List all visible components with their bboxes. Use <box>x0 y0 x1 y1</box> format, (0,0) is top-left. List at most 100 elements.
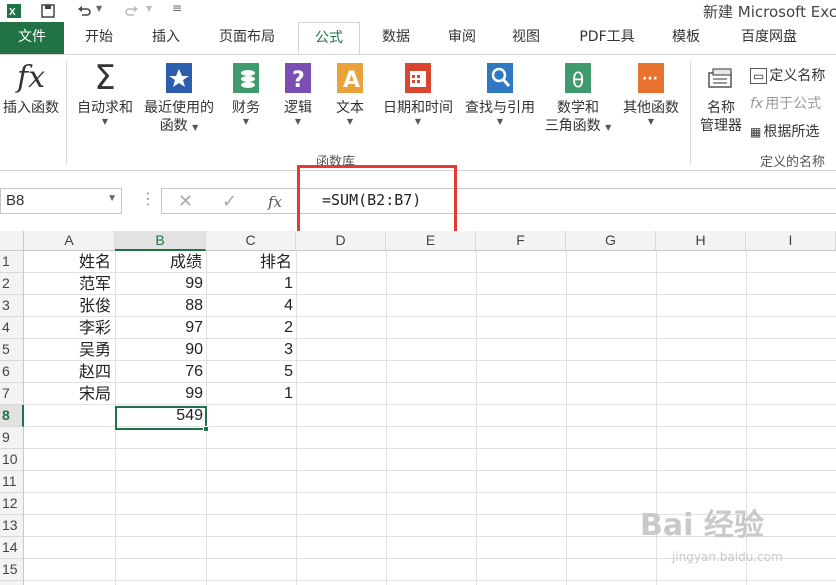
date-time-button[interactable]: 日期和时间 ▼ <box>378 61 458 127</box>
row-header[interactable]: 5 <box>0 339 24 361</box>
tab-pdf-tools[interactable]: PDF工具 <box>568 22 646 54</box>
tab-insert[interactable]: 插入 <box>140 22 192 54</box>
cell-c2[interactable]: 1 <box>206 273 296 295</box>
math-trig-button[interactable]: θ 数学和 三角函数 ▼ <box>540 61 616 135</box>
chevron-down-icon[interactable]: ▼ <box>107 193 117 204</box>
row-header[interactable]: 13 <box>0 515 24 537</box>
cell-b6[interactable]: 76 <box>115 361 206 383</box>
logical-button[interactable]: ? 逻辑 ▼ <box>276 61 320 127</box>
chevron-down-icon: ▼ <box>294 117 302 126</box>
column-header-g[interactable]: G <box>566 231 656 251</box>
create-from-selection-button[interactable]: ▦ 根据所选 <box>750 121 819 141</box>
cell-b7[interactable]: 99 <box>115 383 206 405</box>
cell-a3[interactable]: 张俊 <box>24 295 115 317</box>
chevron-down-icon: ▼ <box>242 117 250 126</box>
cell-b5[interactable]: 90 <box>115 339 206 361</box>
chevron-down-icon: ▼ <box>647 117 655 126</box>
tab-data[interactable]: 数据 <box>370 22 422 54</box>
column-header-e[interactable]: E <box>386 231 476 251</box>
cell-c3[interactable]: 4 <box>206 295 296 317</box>
row-header[interactable]: 4 <box>0 317 24 339</box>
cell-b2[interactable]: 99 <box>115 273 206 295</box>
column-header-c[interactable]: C <box>206 231 296 251</box>
row-header[interactable]: 2 <box>0 273 24 295</box>
confirm-icon[interactable]: ✓ <box>222 191 237 212</box>
row-header[interactable]: 12 <box>0 493 24 515</box>
tab-home[interactable]: 开始 <box>72 22 126 54</box>
cell-a5[interactable]: 吴勇 <box>24 339 115 361</box>
cell-a1[interactable]: 姓名 <box>24 251 115 273</box>
define-name-button[interactable]: ▭ 定义名称 <box>750 65 825 85</box>
row-header[interactable]: 11 <box>0 471 24 493</box>
name-manager-button[interactable]: 名称 管理器 <box>696 61 746 135</box>
financial-button[interactable]: 财务 ▼ <box>224 61 268 127</box>
row-header-selected[interactable]: 8 <box>0 405 24 427</box>
insert-function-icon[interactable]: fx <box>268 193 282 211</box>
cell-c5[interactable]: 3 <box>206 339 296 361</box>
recently-used-button[interactable]: 最近使用的 函数 ▼ <box>138 61 220 135</box>
cancel-icon[interactable]: ✕ <box>178 191 193 212</box>
selected-cell-b8[interactable] <box>115 406 207 430</box>
fill-handle[interactable] <box>203 426 209 432</box>
cell-b3[interactable]: 88 <box>115 295 206 317</box>
name-box[interactable]: B8 ▼ <box>0 188 122 214</box>
row-header[interactable]: 9 <box>0 427 24 449</box>
svg-text:X: X <box>9 7 16 18</box>
cell-a7[interactable]: 宋局 <box>24 383 115 405</box>
chevron-down-icon: ▼ <box>101 117 109 126</box>
column-header-a[interactable]: A <box>24 231 115 251</box>
autosum-button[interactable]: Σ 自动求和 ▼ <box>72 61 138 127</box>
cell-a2[interactable]: 范军 <box>24 273 115 295</box>
tab-page-layout[interactable]: 页面布局 <box>208 22 286 54</box>
row-header[interactable]: 16 <box>0 581 24 585</box>
tab-file[interactable]: 文件 <box>0 22 64 54</box>
formula-tools: ✕ ✓ fx <box>161 188 298 214</box>
tab-baidu-netdisk[interactable]: 百度网盘 <box>726 22 812 54</box>
calendar-book-icon <box>405 63 431 93</box>
chevron-down-icon: ▼ <box>414 117 422 126</box>
fx-icon: fx <box>16 60 46 95</box>
redo-icon[interactable] <box>124 3 140 19</box>
row-header[interactable]: 15 <box>0 559 24 581</box>
cell-a4[interactable]: 李彩 <box>24 317 115 339</box>
cell-c1[interactable]: 排名 <box>206 251 296 273</box>
ribbon-tabs: 文件 开始 插入 页面布局 公式 数据 审阅 视图 PDF工具 模板 百度网盘 <box>0 22 836 55</box>
select-all-corner[interactable] <box>0 231 24 251</box>
cell-c6[interactable]: 5 <box>206 361 296 383</box>
table-icon: ▦ <box>750 125 762 139</box>
cell-c7[interactable]: 1 <box>206 383 296 405</box>
undo-icon[interactable] <box>76 3 92 19</box>
column-header-i[interactable]: I <box>746 231 836 251</box>
cell-c4[interactable]: 2 <box>206 317 296 339</box>
tab-review[interactable]: 审阅 <box>436 22 488 54</box>
redo-dropdown-icon[interactable]: ▼ <box>146 4 152 13</box>
column-header-d[interactable]: D <box>296 231 386 251</box>
group-label-defined-names: 定义的名称 <box>760 155 826 170</box>
column-header-b[interactable]: B <box>115 231 206 251</box>
cell-b1[interactable]: 成绩 <box>115 251 206 273</box>
more-functions-button[interactable]: ··· 其他函数 ▼ <box>618 61 684 127</box>
tab-template[interactable]: 模板 <box>660 22 712 54</box>
row-header[interactable]: 14 <box>0 537 24 559</box>
row-header[interactable]: 6 <box>0 361 24 383</box>
use-in-formula-button[interactable]: fx 用于公式 <box>750 93 821 113</box>
column-header-h[interactable]: H <box>656 231 746 251</box>
math-book-icon: θ <box>565 63 591 93</box>
save-icon[interactable] <box>40 3 56 19</box>
cell-a6[interactable]: 赵四 <box>24 361 115 383</box>
row-header[interactable]: 1 <box>0 251 24 273</box>
undo-dropdown-icon[interactable]: ▼ <box>96 4 102 13</box>
insert-function-button[interactable]: fx 插入函数 <box>0 61 62 117</box>
lookup-reference-button[interactable]: 查找与引用 ▼ <box>460 61 540 127</box>
cell-b4[interactable]: 97 <box>115 317 206 339</box>
tab-formulas[interactable]: 公式 <box>298 22 360 55</box>
row-header[interactable]: 7 <box>0 383 24 405</box>
chevron-down-icon: ▼ <box>346 117 354 126</box>
column-header-f[interactable]: F <box>476 231 566 251</box>
row-header[interactable]: 10 <box>0 449 24 471</box>
row-header[interactable]: 3 <box>0 295 24 317</box>
resize-handle-icon[interactable]: ⋮ <box>140 189 156 208</box>
tab-view[interactable]: 视图 <box>500 22 552 54</box>
text-button[interactable]: A 文本 ▼ <box>328 61 372 127</box>
customize-qat-icon[interactable]: ≡ <box>172 1 182 15</box>
